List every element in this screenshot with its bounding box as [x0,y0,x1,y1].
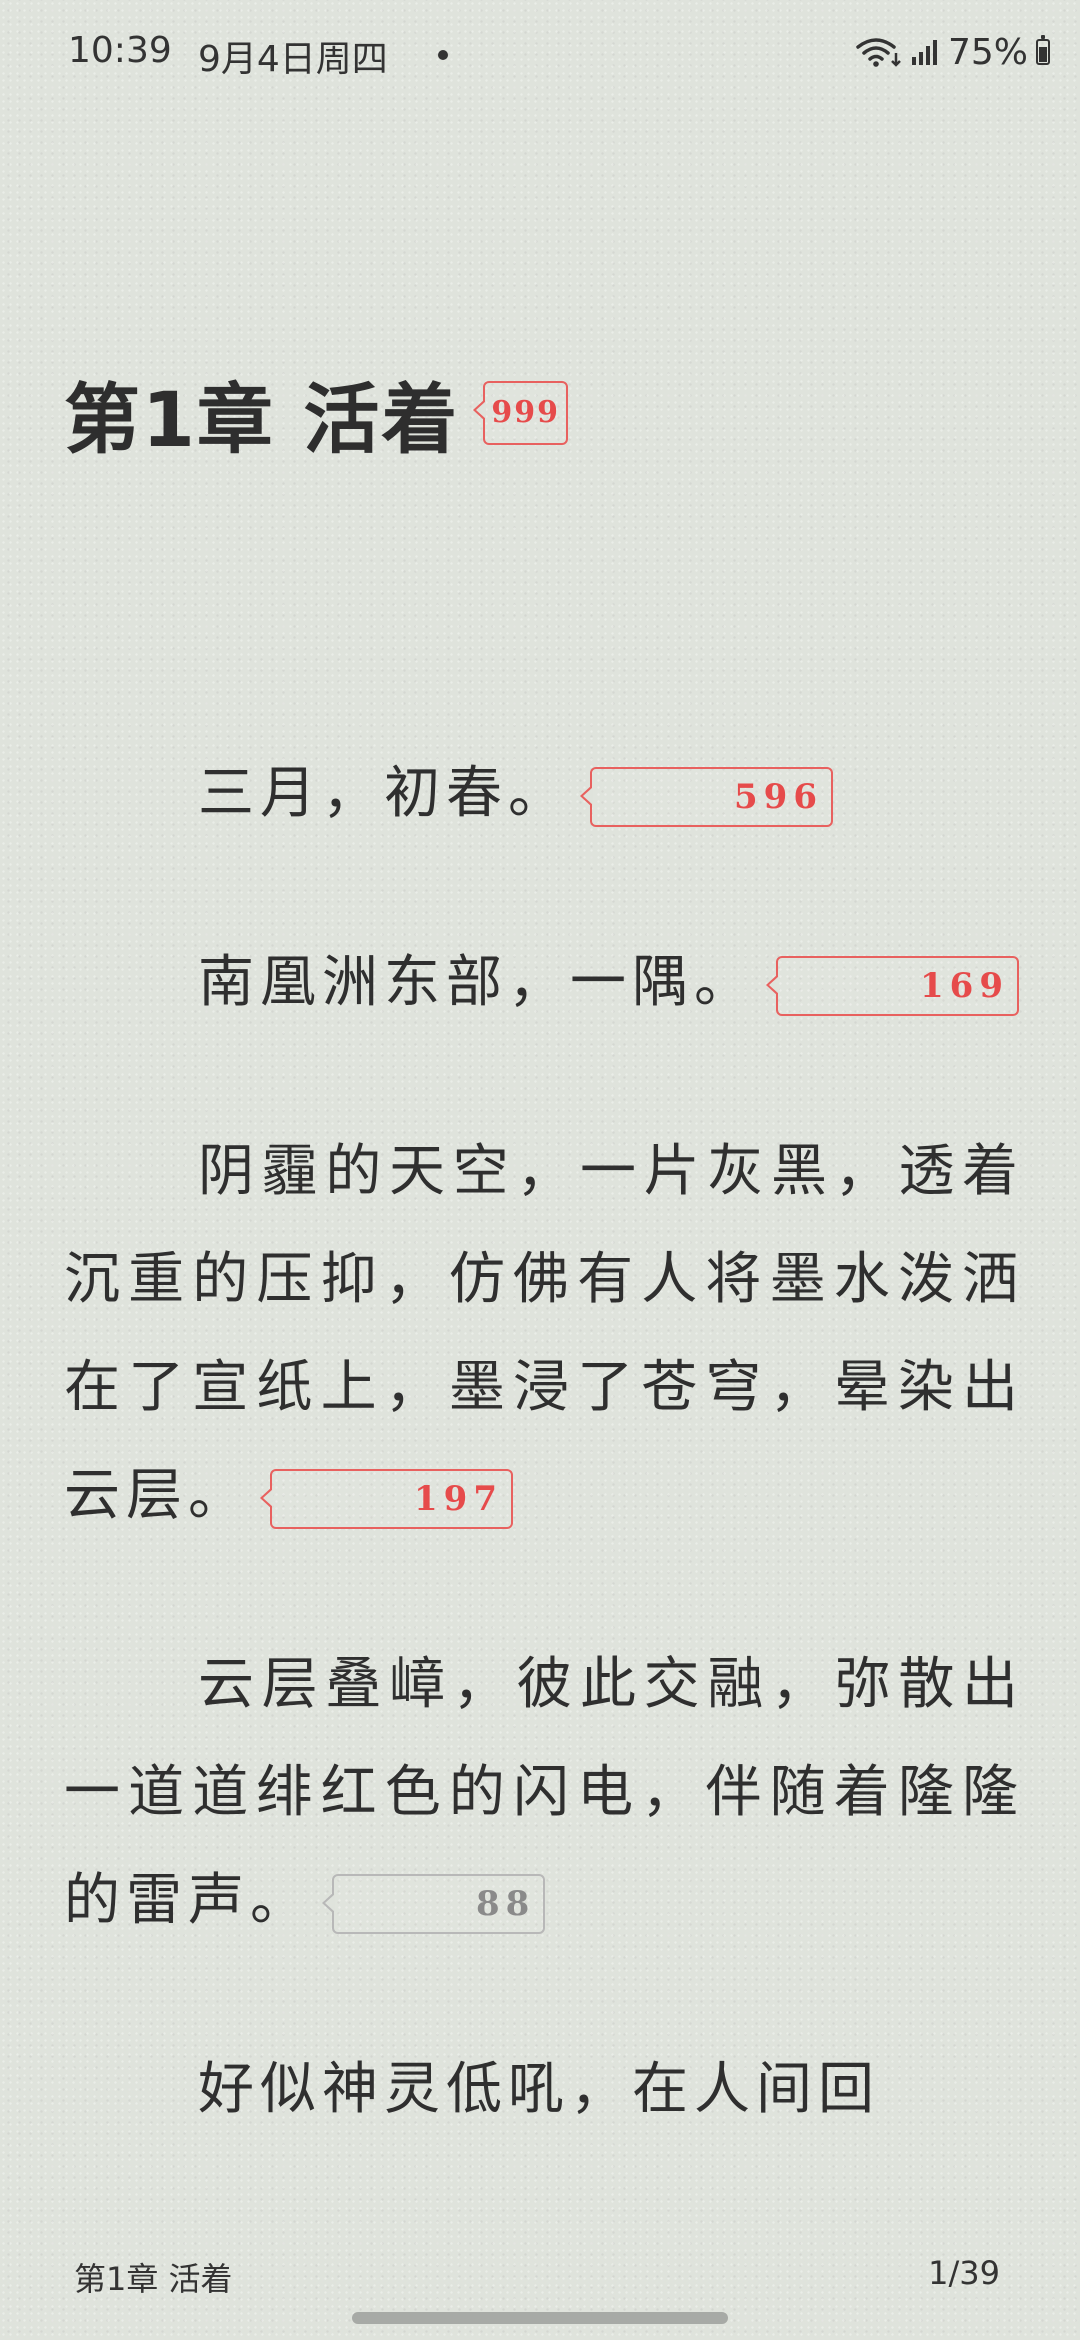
home-indicator[interactable] [352,2312,728,2324]
status-time: 10:39 [68,30,172,71]
paragraph-comment-badge[interactable]: 169 [766,955,1019,1016]
status-bar: 10:39 9月4日周四 75% [0,0,1080,110]
battery-icon [1036,35,1050,65]
signal-icon [911,40,937,65]
paragraph-text: 阴霾的天空，一片灰黑，透着沉重的压抑，仿佛有人将墨水泼洒在了宣纸上，墨浸了苍穹，… [64,1139,1024,1528]
chapter-title-text: 第1章 活着 [64,375,460,464]
status-date: 9月4日周四 [198,39,388,80]
chapter-comment-badge[interactable]: 999 [473,381,568,445]
battery-percentage: 75% [947,31,1028,73]
chapter-title: 第1章 活着 999 [64,358,568,468]
paragraph-comment-badge[interactable]: 596 [580,766,833,827]
paragraph-text: 三月，初春。 [198,761,570,826]
footer-chapter-name: 第1章 活着 [74,2260,233,2298]
reading-content[interactable]: 三月，初春。 596 南凰洲东部，一隅。 169 阴霾的天空，一片灰黑，透着沉重的压… [64,740,1024,2144]
notification-dot-icon [438,50,448,60]
paragraph-comment-badge[interactable]: 88 [321,1873,546,1934]
paragraph: 云层叠嶂，彼此交融，弥散出一道道绯红色的闪电，伴随着隆隆的雷声。 88 [64,1631,1024,1955]
paragraph-text: 好似神灵低吼，在人间回 [198,2057,880,2122]
paragraph: 南凰洲东部，一隅。 169 [64,929,1024,1037]
paragraph: 三月，初春。 596 [64,740,1024,848]
paragraph-comment-badge[interactable]: 197 [260,1468,513,1529]
paragraph-text: 南凰洲东部，一隅。 [198,950,756,1015]
paragraph: 好似神灵低吼，在人间回 [64,2036,1024,2144]
wifi-icon [856,38,901,67]
paragraph: 阴霾的天空，一片灰黑，透着沉重的压抑，仿佛有人将墨水泼洒在了宣纸上，墨浸了苍穹，… [64,1118,1024,1550]
page-indicator: 1/39 [928,2254,1000,2292]
status-indicators: 75% [856,30,1050,74]
